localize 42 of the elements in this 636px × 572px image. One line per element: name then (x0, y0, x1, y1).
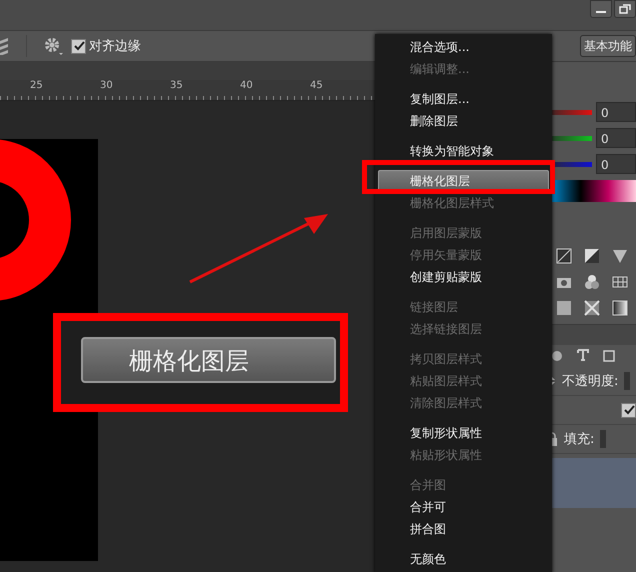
snap-edges-checkbox[interactable]: 对齐边缘 (71, 37, 141, 55)
exposure-icon[interactable] (584, 248, 600, 264)
color-value-field[interactable]: 0 (596, 128, 636, 148)
adjustment-filter-icon[interactable] (550, 349, 564, 363)
ruler-label: 45 (310, 80, 324, 92)
settings-icon[interactable] (43, 36, 63, 56)
menu-item[interactable]: 无颜色 (375, 548, 552, 570)
menu-item[interactable]: 复制形状属性 (375, 422, 552, 444)
circles-icon[interactable] (584, 274, 600, 290)
check-icon (622, 404, 634, 416)
grid-icon[interactable] (612, 274, 628, 290)
opacity-field[interactable] (624, 372, 630, 390)
restore-icon (619, 4, 631, 14)
ruler-label: 25 (30, 80, 44, 92)
menu-item[interactable]: 混合选项... (375, 36, 552, 58)
curves-icon[interactable] (556, 248, 572, 264)
channel-mixer-icon[interactable] (584, 300, 600, 316)
menu-item[interactable]: 创建剪贴蒙版 (375, 266, 552, 288)
color-value-field[interactable]: 0 (596, 154, 636, 174)
ruler-label: 35 (170, 80, 184, 92)
gradient-map-icon[interactable] (612, 300, 628, 316)
check-icon (72, 40, 84, 52)
fill-label: 填充: (564, 431, 594, 448)
menu-item[interactable]: 拼合图 (375, 518, 552, 540)
lock-checkbox[interactable] (621, 402, 636, 418)
menu-item[interactable]: 合并可 (375, 496, 552, 518)
color-value-field[interactable]: 0 (596, 102, 636, 122)
restore-button[interactable] (614, 0, 636, 18)
layers-stack-icon[interactable] (0, 37, 10, 55)
shape-filter-icon[interactable] (602, 349, 616, 363)
opacity-label: 不透明度: (562, 373, 618, 390)
fill-field[interactable] (600, 430, 606, 448)
ruler-label: 30 (100, 80, 114, 92)
minimize-button[interactable] (590, 0, 612, 18)
triangle-icon[interactable] (612, 248, 628, 264)
selective-color-icon[interactable] (556, 300, 572, 316)
menu-item[interactable]: 复制图层... (375, 88, 552, 110)
ruler-label: 40 (240, 80, 254, 92)
menu-item[interactable]: 删除图层 (375, 110, 552, 132)
menu-item[interactable]: 转换为智能对象 (375, 140, 552, 162)
minimize-icon (596, 11, 606, 13)
workspace-button[interactable]: 基本功能 (580, 35, 636, 57)
